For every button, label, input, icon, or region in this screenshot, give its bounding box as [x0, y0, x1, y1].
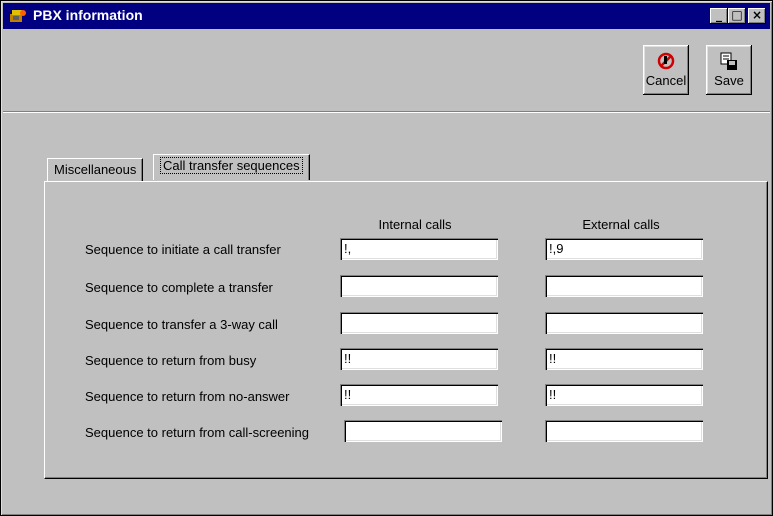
pbx-information-window: PBX information _ □ × Cancel Save Miscel… [0, 0, 773, 516]
tab-miscellaneous[interactable]: Miscellaneous [47, 158, 144, 181]
save-button[interactable]: Save [706, 45, 752, 95]
external-busy-field[interactable] [545, 348, 703, 370]
external-call-screening-field[interactable] [545, 420, 703, 442]
row-label-complete: Sequence to complete a transfer [85, 280, 273, 295]
tab-miscellaneous-label: Miscellaneous [54, 162, 137, 177]
row-label-call-screening: Sequence to return from call-screening [85, 425, 310, 440]
internal-call-screening-field[interactable] [344, 420, 502, 442]
cancel-icon [657, 52, 675, 70]
external-no-answer-field[interactable] [545, 384, 703, 406]
cancel-button[interactable]: Cancel [643, 45, 689, 95]
save-label: Save [714, 73, 744, 88]
save-icon [720, 52, 737, 70]
toolbar: Cancel Save [3, 29, 770, 112]
maximize-icon: □ [731, 8, 743, 22]
close-icon: × [751, 8, 763, 22]
external-initiate-field[interactable] [545, 238, 703, 260]
tab-call-transfer-sequences-label: Call transfer sequences [160, 157, 303, 174]
row-label-3way: Sequence to transfer a 3-way call [85, 317, 278, 332]
minimize-icon: _ [716, 8, 722, 22]
cancel-label: Cancel [645, 73, 687, 88]
internal-initiate-field[interactable] [340, 238, 498, 260]
row-label-no-answer: Sequence to return from no-answer [85, 389, 290, 404]
external-3way-field[interactable] [545, 312, 703, 334]
internal-busy-field[interactable] [340, 348, 498, 370]
row-label-initiate: Sequence to initiate a call transfer [85, 242, 281, 257]
external-complete-field[interactable] [545, 275, 703, 297]
internal-complete-field[interactable] [340, 275, 498, 297]
close-button[interactable]: × [748, 8, 766, 24]
external-calls-header: External calls [582, 217, 660, 232]
internal-3way-field[interactable] [340, 312, 498, 334]
maximize-button[interactable]: □ [728, 8, 746, 24]
title-bar[interactable]: PBX information _ □ × [3, 3, 770, 29]
window-title: PBX information [33, 7, 143, 23]
row-label-busy: Sequence to return from busy [85, 353, 257, 368]
tab-call-transfer-sequences[interactable]: Call transfer sequences [153, 154, 310, 180]
pbx-app-icon [10, 10, 26, 22]
internal-no-answer-field[interactable] [340, 384, 498, 406]
internal-calls-header: Internal calls [378, 217, 452, 232]
minimize-button[interactable]: _ [710, 8, 728, 24]
